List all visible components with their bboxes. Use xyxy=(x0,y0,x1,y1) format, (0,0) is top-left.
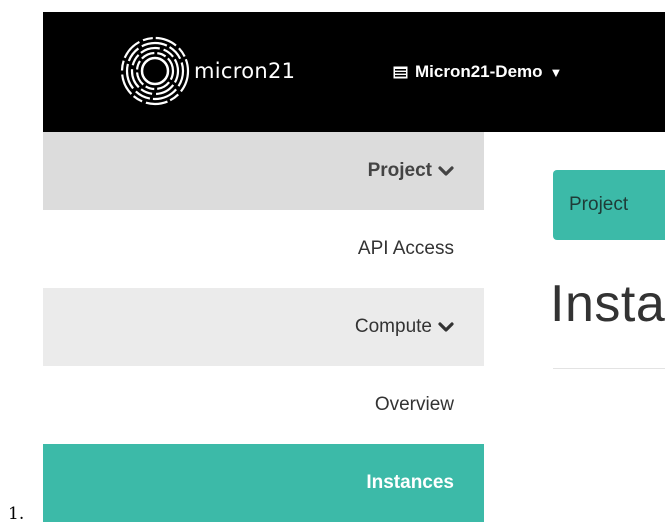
sidebar: Project API Access Compute Overview Inst… xyxy=(43,132,484,523)
sidebar-panel-compute[interactable]: Compute xyxy=(43,288,484,366)
top-navbar: micron21 Micron21-Demo ▼ xyxy=(43,12,665,132)
chevron-down-icon xyxy=(438,322,454,332)
project-picker-label: Micron21-Demo xyxy=(415,62,543,81)
breadcrumb-label: Project xyxy=(569,194,629,215)
sidebar-panel-project[interactable]: Project xyxy=(43,132,484,210)
brand-logo[interactable]: micron21 xyxy=(119,35,295,107)
server-icon xyxy=(393,66,408,78)
sidebar-item-label: Instances xyxy=(366,472,454,493)
brand-name: micron21 xyxy=(194,59,296,83)
app-window: micron21 Micron21-Demo ▼ Project API Acc… xyxy=(43,12,665,523)
sidebar-item-overview[interactable]: Overview xyxy=(43,366,484,444)
sidebar-item-label: API Access xyxy=(357,238,454,259)
chevron-down-icon xyxy=(438,166,454,176)
sidebar-item-api-access[interactable]: API Access xyxy=(43,210,484,288)
sidebar-panel-label: Project xyxy=(367,160,432,181)
sidebar-item-instances[interactable]: Instances xyxy=(43,444,484,522)
sidebar-panel-label: Compute xyxy=(354,316,432,337)
page-title: Instances xyxy=(550,275,665,333)
breadcrumb-project[interactable]: Project xyxy=(553,170,665,240)
concentric-circles-logo-icon xyxy=(120,36,190,106)
main-content: Project Instances xyxy=(484,132,665,523)
list-marker: 1. xyxy=(8,504,25,524)
title-divider xyxy=(553,368,665,369)
project-picker-dropdown[interactable]: Micron21-Demo ▼ xyxy=(393,12,562,132)
caret-down-icon: ▼ xyxy=(549,64,563,80)
sidebar-item-label: Overview xyxy=(374,394,454,415)
